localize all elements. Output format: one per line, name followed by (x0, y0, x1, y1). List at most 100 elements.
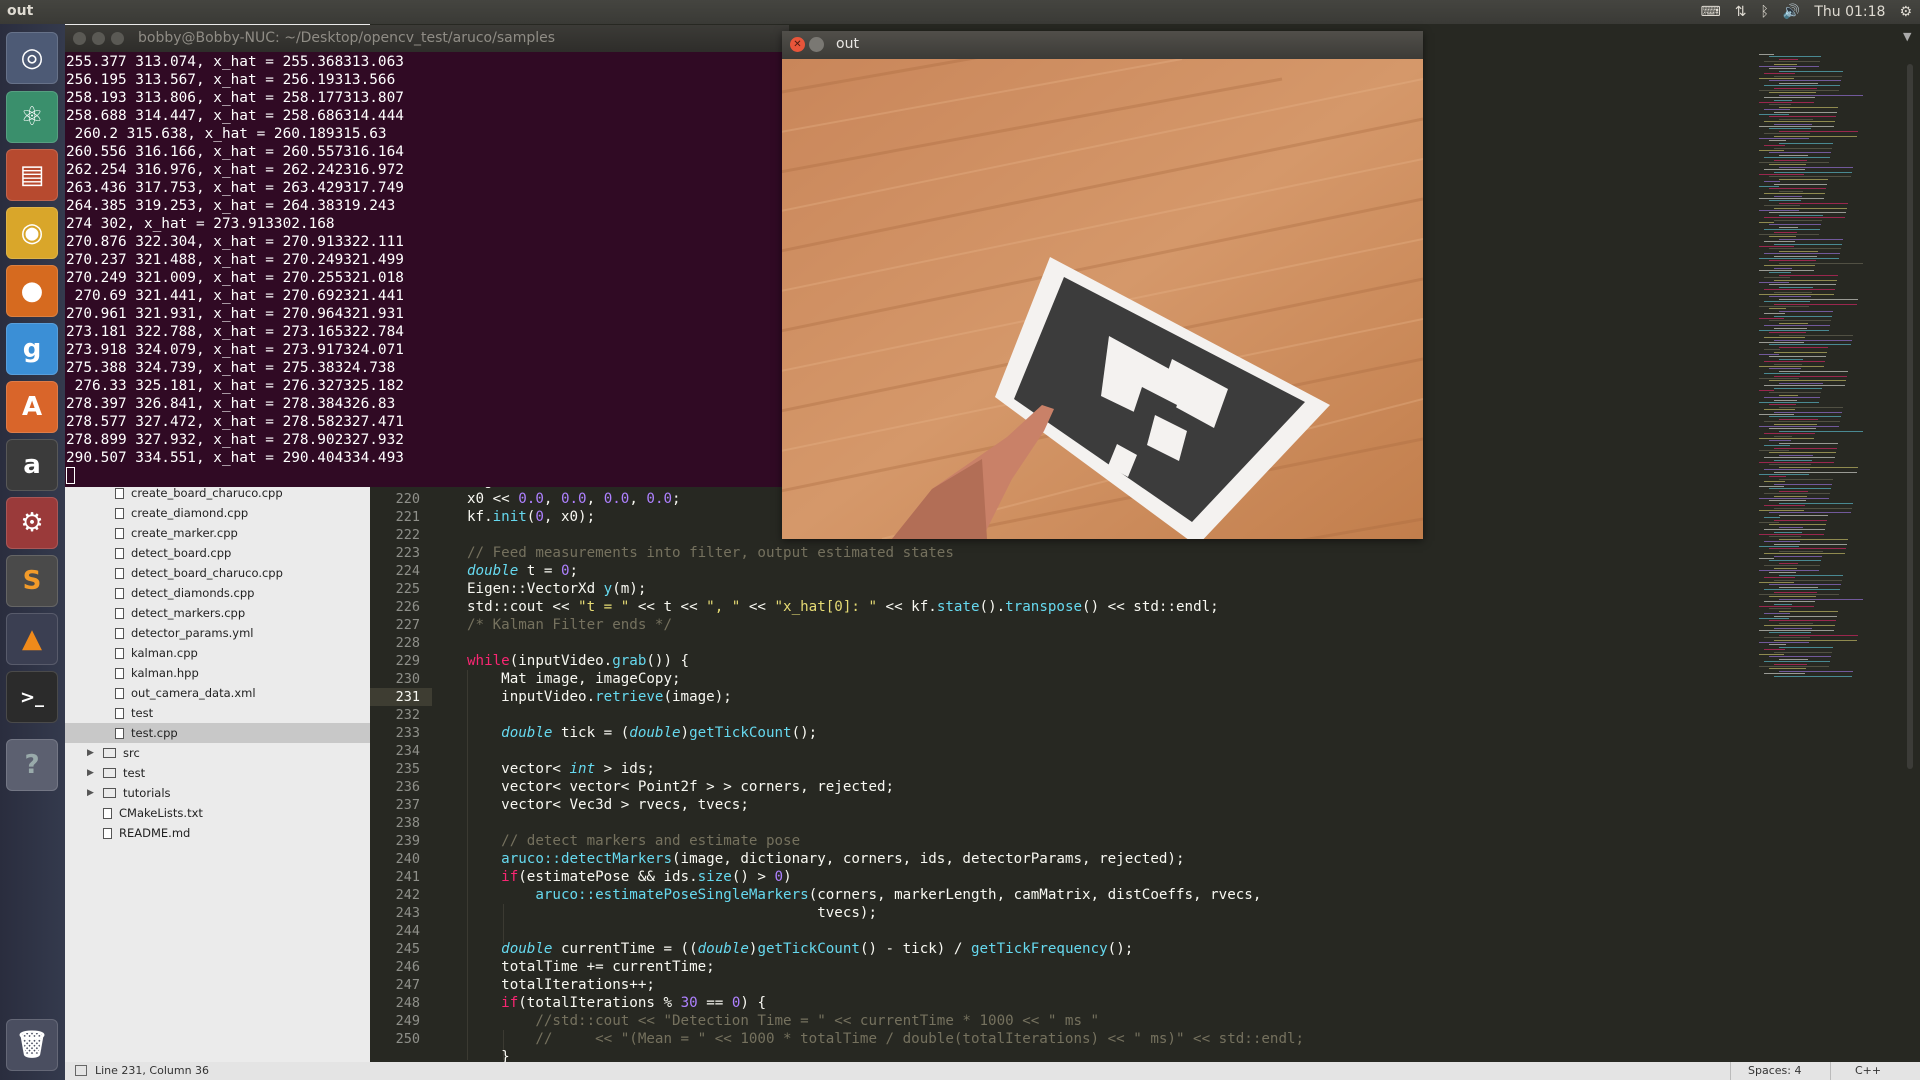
code-line[interactable]: std::cout << "t = " << t << ", " << "x_h… (467, 598, 1219, 616)
code-line[interactable]: totalIterations++; (467, 976, 655, 994)
code-line[interactable]: /* Kalman Filter ends */ (467, 616, 672, 634)
amazon-icon[interactable]: a (6, 439, 58, 491)
indentation-setting[interactable]: Spaces: 4 (1748, 1064, 1801, 1077)
code-line[interactable]: totalTime += currentTime; (467, 958, 715, 976)
code-line[interactable]: // detect markers and estimate pose (467, 832, 800, 850)
minimap-line (1779, 106, 1838, 108)
network-icon[interactable]: ⇅ (1735, 4, 1747, 20)
minimap-line (1759, 630, 1834, 631)
code-line[interactable]: vector< int > ids; (467, 760, 655, 778)
file-item[interactable]: detect_board.cpp (115, 543, 231, 563)
clock[interactable]: Thu 01:18 (1814, 4, 1885, 20)
code-line[interactable]: vector< vector< Point2f > > corners, rej… (467, 778, 894, 796)
help-icon[interactable]: ? (6, 739, 58, 791)
minimap-line (1764, 433, 1815, 435)
file-item[interactable]: detector_params.yml (115, 623, 253, 643)
minimap-line (1774, 543, 1847, 545)
minimap-line (1764, 145, 1785, 147)
file-item[interactable]: detect_markers.cpp (115, 603, 245, 623)
terminal-window[interactable]: bobby@Bobby-NUC: ~/Desktop/opencv_test/a… (65, 25, 789, 487)
code-line[interactable]: aruco::estimatePoseSingleMarkers(corners… (467, 886, 1261, 904)
close-icon[interactable] (73, 32, 86, 45)
folder-item-test[interactable]: ▶ test (87, 763, 145, 783)
terminal-titlebar[interactable]: bobby@Bobby-NUC: ~/Desktop/opencv_test/a… (65, 25, 789, 52)
code-line[interactable]: inputVideo.retrieve(image); (467, 688, 732, 706)
gear-icon[interactable]: ⚙ (1899, 4, 1912, 20)
file-item[interactable]: README.md (103, 823, 190, 843)
image-window[interactable]: ✕ out (782, 31, 1423, 539)
folder-item-src[interactable]: ▶ src (87, 743, 140, 763)
minimap[interactable] (1755, 54, 1920, 704)
expand-arrow-icon[interactable]: ▶ (87, 748, 99, 758)
folder-item-tutorials[interactable]: ▶ tutorials (87, 783, 171, 803)
code-line[interactable]: //std::cout << "Detection Time = " << cu… (467, 1012, 1099, 1030)
chrome-icon[interactable]: ◉ (6, 207, 58, 259)
image-window-titlebar[interactable]: ✕ out (782, 31, 1423, 59)
terminal-output[interactable]: 255.377 313.074, x_hat = 255.368313.063 2… (66, 53, 786, 489)
minimize-icon[interactable] (92, 32, 105, 45)
trash-icon[interactable]: 🗑 (6, 1019, 58, 1071)
vertical-scrollbar[interactable] (1907, 64, 1913, 769)
minimap-line (1779, 142, 1833, 144)
minimap-line (1764, 385, 1845, 387)
volume-icon[interactable]: 🔊 (1783, 4, 1800, 20)
minimap-line (1774, 123, 1812, 125)
expand-arrow-icon[interactable]: ▶ (87, 768, 99, 778)
minimap-line (1769, 128, 1811, 130)
code-line[interactable]: kf.init(0, x0); (467, 508, 595, 526)
code-line[interactable]: x0 << 0.0, 0.0, 0.0, 0.0; (467, 490, 681, 508)
code-line[interactable]: while(inputVideo.grab()) { (467, 652, 689, 670)
code-line[interactable]: Eigen::VectorXd y(m); (467, 580, 646, 598)
file-item[interactable]: test (115, 703, 153, 723)
line-number: 243 (395, 905, 420, 921)
ubuntu-dash-icon[interactable]: ◎ (6, 32, 58, 84)
code-line[interactable]: double currentTime = ((double)getTickCou… (467, 940, 1133, 958)
code-line[interactable]: // << "(Mean = " << 1000 * totalTime / d… (467, 1030, 1304, 1048)
file-item[interactable]: out_camera_data.xml (115, 683, 256, 703)
file-item[interactable]: create_diamond.cpp (115, 503, 248, 523)
code-line[interactable]: aruco::detectMarkers(image, dictionary, … (467, 850, 1184, 868)
code-line[interactable]: Mat image, imageCopy; (467, 670, 680, 688)
file-item[interactable]: detect_diamonds.cpp (115, 583, 254, 603)
file-item-selected[interactable]: test.cpp (65, 723, 370, 743)
code-line[interactable]: double tick = (double)getTickCount(); (467, 724, 817, 742)
atom-editor-icon[interactable]: ⚛ (6, 91, 58, 143)
minimap-line (1759, 330, 1829, 331)
minimap-line (1769, 452, 1836, 454)
terminal-line: 278.397 326.841, x_hat = 278.384326.83 (66, 396, 396, 412)
minimize-icon[interactable] (809, 37, 824, 52)
file-item[interactable]: kalman.hpp (115, 663, 199, 683)
keyboard-icon[interactable]: ⌨ (1701, 4, 1721, 20)
code-line[interactable]: if(estimatePose && ids.size() > 0) (467, 868, 791, 886)
syntax-selector[interactable]: C++ (1855, 1064, 1881, 1077)
sublime-text-icon[interactable]: S (6, 555, 58, 607)
terminal-line: 263.436 317.753, x_hat = 263.429317.749 (66, 180, 404, 196)
minimap-line (1774, 99, 1792, 101)
minimap-line (1779, 622, 1813, 624)
code-line[interactable]: vector< Vec3d > rvecs, tvecs; (467, 796, 749, 814)
code-line[interactable]: tvecs); (467, 904, 877, 922)
software-center-icon[interactable]: A (6, 381, 58, 433)
tab-dropdown-icon[interactable]: ▼ (1903, 30, 1911, 43)
file-item[interactable]: detect_board_charuco.cpp (115, 563, 283, 583)
screenshot-tool-icon[interactable]: g (6, 323, 58, 375)
expand-arrow-icon[interactable]: ▶ (87, 788, 99, 798)
code-line[interactable]: if(totalIterations % 30 == 0) { (467, 994, 766, 1012)
bluetooth-icon[interactable]: ᛒ (1761, 4, 1769, 20)
close-icon[interactable]: ✕ (790, 37, 805, 52)
file-item[interactable]: create_marker.cpp (115, 523, 238, 543)
minimap-line (1764, 97, 1815, 99)
file-item[interactable]: CMakeLists.txt (103, 803, 203, 823)
panel-toggle-icon[interactable] (75, 1065, 87, 1076)
terminal-icon[interactable]: >_ (6, 671, 58, 723)
code-line[interactable]: // Feed measurements into filter, output… (467, 544, 954, 562)
files-icon[interactable]: ▤ (6, 149, 58, 201)
vlc-icon[interactable]: ▲ (6, 613, 58, 665)
settings-icon[interactable]: ⚙ (6, 497, 58, 549)
code-line[interactable]: double t = 0; (467, 562, 578, 580)
file-item[interactable]: kalman.cpp (115, 643, 198, 663)
maximize-icon[interactable] (111, 32, 124, 45)
file-icon (115, 507, 124, 519)
firefox-icon[interactable]: ● (6, 265, 58, 317)
minimap-line (1759, 318, 1784, 319)
